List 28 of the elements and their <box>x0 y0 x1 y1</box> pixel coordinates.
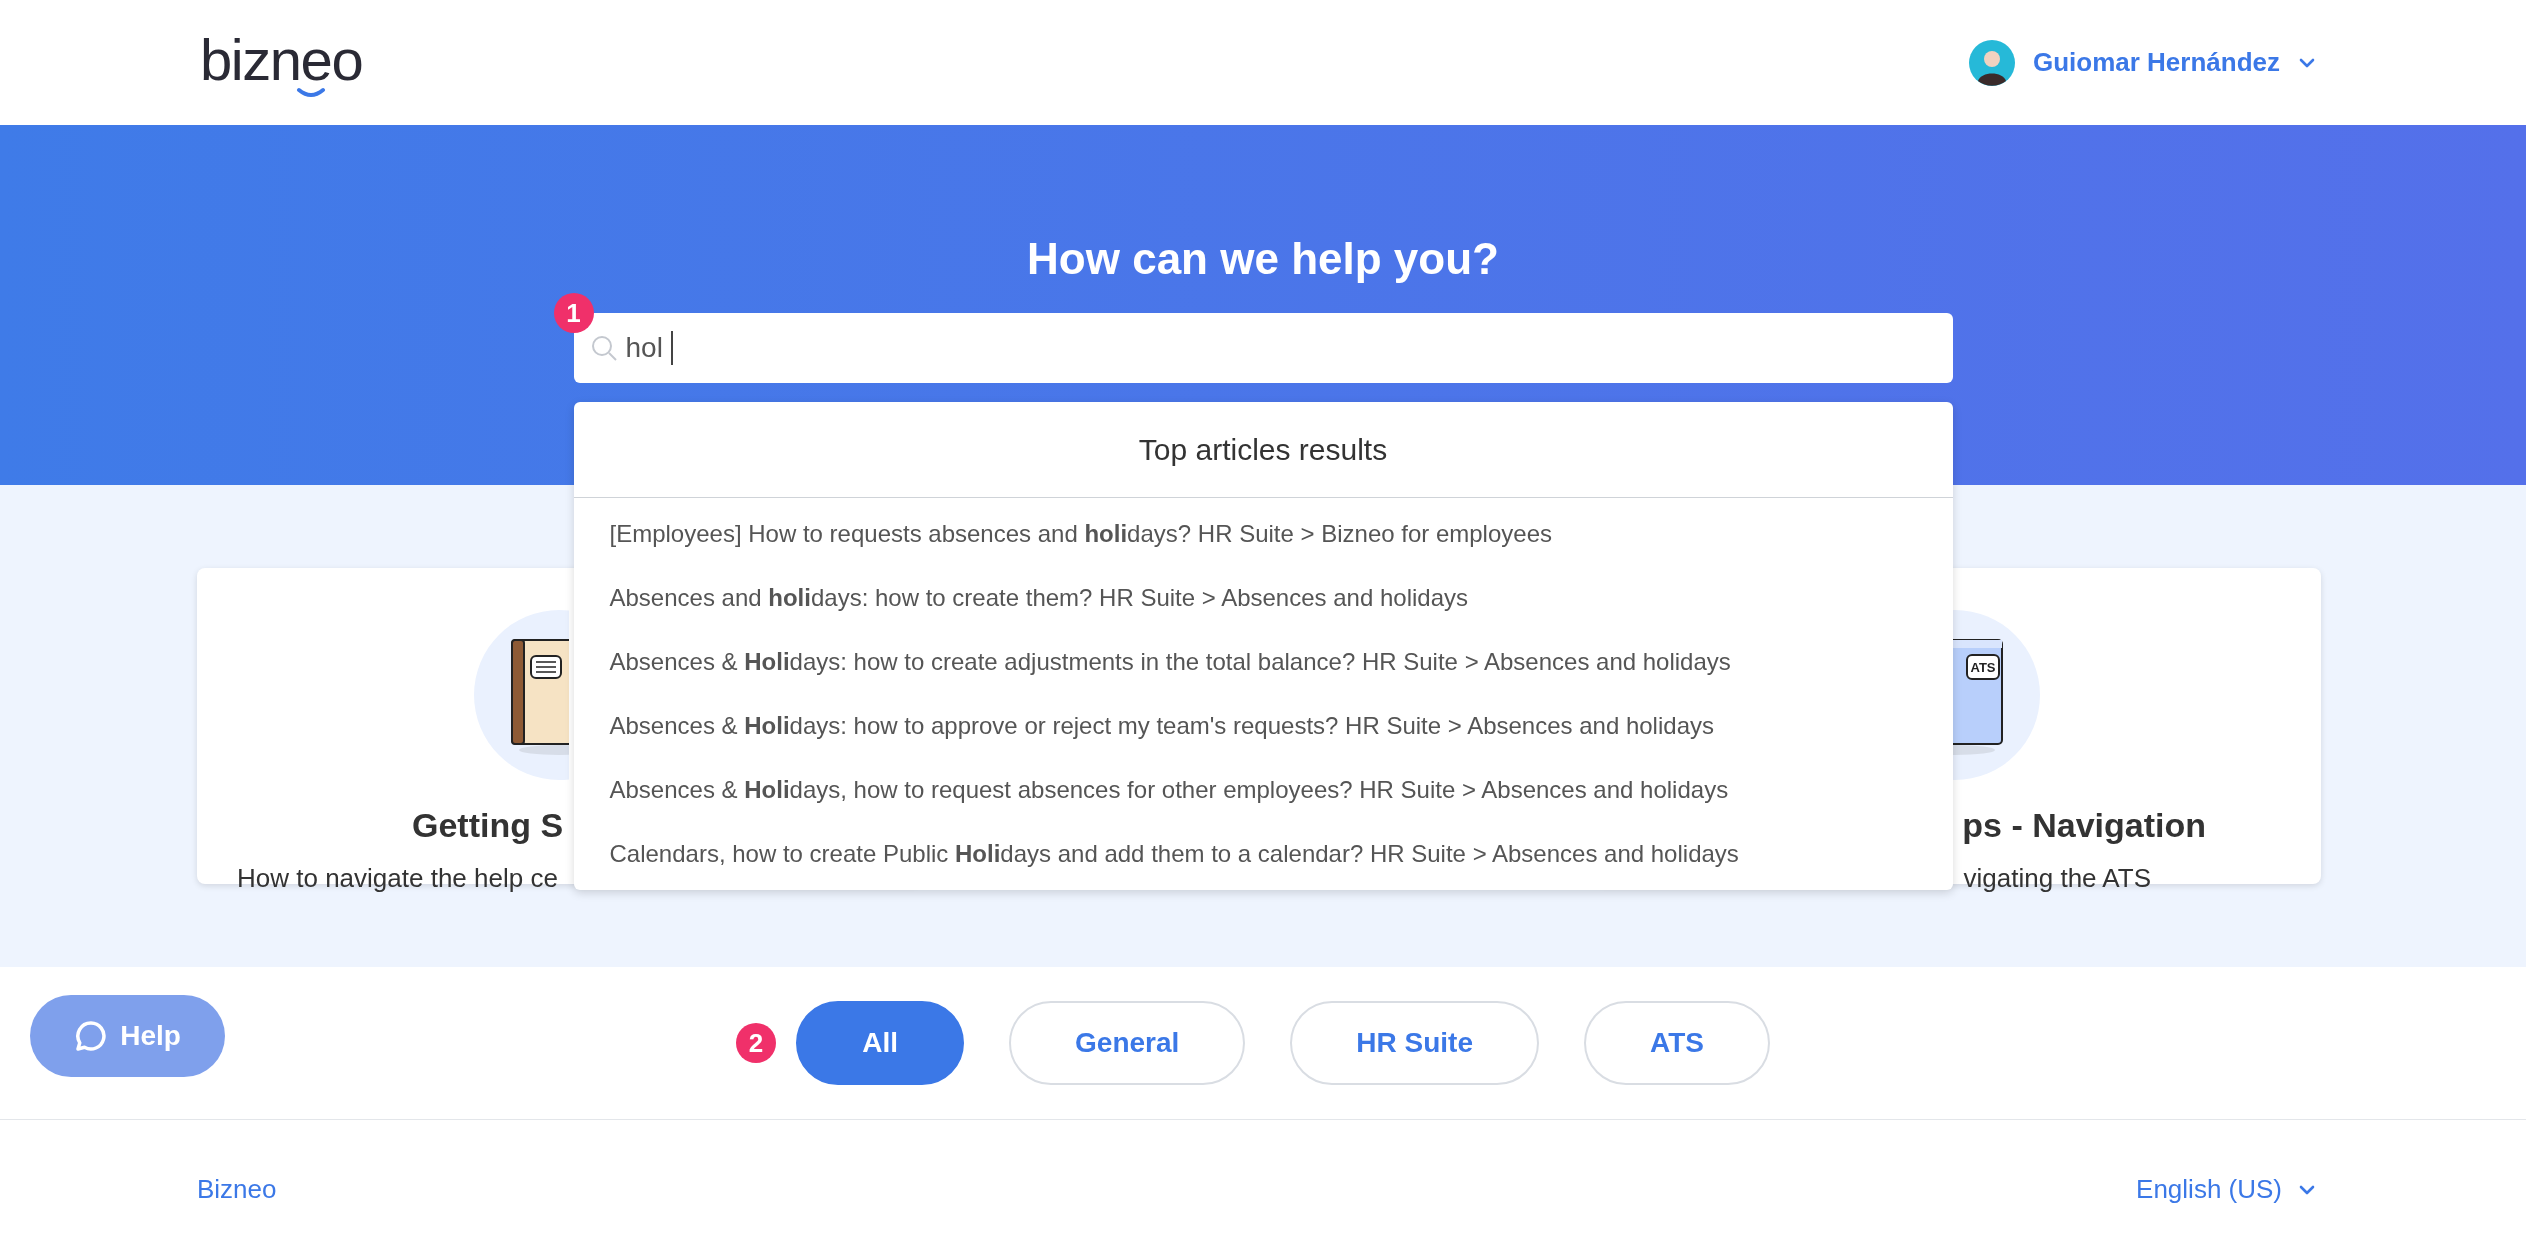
filter-tab[interactable]: All <box>796 1001 965 1085</box>
step-badge: 1 <box>553 293 594 333</box>
result-item[interactable]: Absences & Holidays: how to approve or reject my team's requests? HR Suite > Absences and holidays <box>573 694 1953 758</box>
chat-bubble-icon <box>74 1019 109 1053</box>
chevron-down-icon <box>2298 56 2316 69</box>
result-item[interactable]: Absences and holidays: how to create them? HR Suite > Absences and holidays <box>573 566 1953 630</box>
hero-title: How can we help you? <box>1027 237 1499 281</box>
book-icon <box>474 610 569 780</box>
result-item[interactable]: Absences & Holidays, how to request absences for other employees? HR Suite > Absences and holidays <box>573 758 1953 822</box>
card-description: vigating the ATS <box>1962 862 2152 895</box>
result-item[interactable]: Calendars, how to create Public Holidays and add them to a calendar? HR Suite > Absences and holidays <box>573 822 1953 886</box>
user-name[interactable]: Guiomar Hernández <box>2032 43 2280 82</box>
avatar-icon[interactable] <box>1968 39 2015 86</box>
filter-tab[interactable]: HR Suite <box>1290 1001 1539 1085</box>
dropdown-title: Top articles results <box>1138 432 1388 468</box>
logo[interactable]: bizneo <box>200 30 363 95</box>
result-item[interactable]: Absences & Holidays: how to create adjustments in the total balance? HR Suite > Absences and holidays <box>573 630 1953 694</box>
chevron-down-icon <box>2298 1183 2316 1196</box>
card-title: ps - Navigation <box>1961 805 2207 846</box>
step-badge: 2 <box>736 1023 777 1063</box>
result-item[interactable]: [Employees] How to requests absences and holidays? HR Suite > Bizneo for employees <box>573 502 1953 566</box>
filter-tab[interactable]: General <box>1009 1001 1246 1085</box>
filter-tab[interactable]: ATS <box>1584 1001 1770 1085</box>
search-icon <box>589 334 618 362</box>
footer-link[interactable]: Bizneo <box>197 1170 277 1209</box>
card-title: Getting S <box>411 805 565 846</box>
card-description: How to navigate the help ce <box>236 862 559 895</box>
language-selector[interactable]: English (US) <box>2136 1170 2316 1209</box>
